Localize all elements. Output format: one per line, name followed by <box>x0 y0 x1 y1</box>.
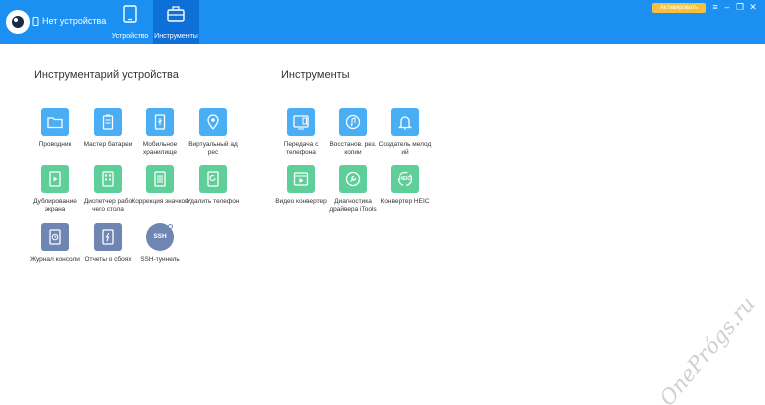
usb-icon <box>146 108 174 136</box>
ssh-icon: SSH <box>146 223 174 251</box>
location-pin-icon <box>199 108 227 136</box>
tile-heic-converter[interactable]: HEIC Конвертер HEIC <box>376 165 434 206</box>
tile-ssh-tunnel[interactable]: SSH SSH-туннель <box>131 223 189 264</box>
close-icon[interactable]: ✕ <box>748 2 758 12</box>
trash-icon <box>146 165 174 193</box>
heic-badge-text: HEIC <box>399 176 411 182</box>
ssh-badge-text: SSH <box>153 233 167 240</box>
app-logo <box>6 10 30 34</box>
tile-video-converter[interactable]: Видео конвертер <box>272 165 330 206</box>
video-icon <box>287 165 315 193</box>
tile-label: Диагностика драйвера iTools <box>329 198 377 213</box>
tile-label: Создатель мелод ий <box>378 141 432 156</box>
wrench-icon <box>339 165 367 193</box>
ssh-status-dot <box>168 224 173 229</box>
tile-label: Проводник <box>38 141 72 148</box>
tile-label: SSH-туннель <box>140 256 180 263</box>
tile-virtual-address[interactable]: Виртуальный ад рес <box>184 108 242 157</box>
clock-icon <box>41 223 69 251</box>
tab-device-label: Устройство <box>111 33 149 40</box>
tile-explorer[interactable]: Проводник <box>26 108 84 149</box>
tile-label: Видео конвертер <box>275 198 327 205</box>
tile-backup-restore[interactable]: Восстанов. рез. копии <box>324 108 382 157</box>
phone-refresh-icon <box>199 165 227 193</box>
tile-console-log[interactable]: Журнал консоли <box>26 223 84 264</box>
device-tools-title: Инструментарий устройства <box>34 69 179 81</box>
tab-tools[interactable]: Инструменты <box>153 0 199 44</box>
tab-tools-label: Инструменты <box>154 33 198 40</box>
lightning-icon <box>94 223 122 251</box>
tile-ringtone-maker[interactable]: Создатель мелод ий <box>376 108 434 157</box>
tile-screen-mirror[interactable]: Дублирование экрана <box>26 165 84 214</box>
minimize-icon[interactable]: – <box>722 2 732 12</box>
tile-driver-diagnostics[interactable]: Диагностика драйвера iTools <box>324 165 382 214</box>
device-status: Нет устройства <box>32 16 106 26</box>
menu-icon[interactable]: ≡ <box>710 2 720 12</box>
device-icon <box>32 16 39 26</box>
tile-label: Отчеты о сбоях <box>84 256 132 263</box>
tab-device[interactable]: Устройство <box>107 0 153 44</box>
tile-crash-reports[interactable]: Отчеты о сбоях <box>79 223 137 264</box>
heic-icon: HEIC <box>391 165 419 193</box>
maximize-icon[interactable]: ❐ <box>735 2 745 12</box>
top-bar: Нет устройства Устройство Инструменты Ак… <box>0 0 765 44</box>
device-status-label: Нет устройства <box>42 16 107 26</box>
tile-mobile-storage[interactable]: Мобильное хранилище <box>131 108 189 157</box>
tile-label: Виртуальный ад рес <box>188 141 238 156</box>
tile-label: Диспетчер рабо чего стола <box>83 198 133 213</box>
toolbox-icon <box>167 6 185 22</box>
tile-label: Удалить телефон <box>186 198 240 205</box>
tile-icon-fix[interactable]: Коррекция значков <box>131 165 189 206</box>
app-window: Нет устройства Устройство Инструменты Ак… <box>0 0 765 405</box>
tile-phone-transfer[interactable]: Передача с телефона <box>272 108 330 157</box>
music-restore-icon <box>339 108 367 136</box>
tile-label: Мобильное хранилище <box>142 141 178 156</box>
tablet-icon <box>123 5 137 23</box>
tile-label: Передача с телефона <box>283 141 319 156</box>
battery-icon <box>94 108 122 136</box>
tile-label: Восстанов. рез. копии <box>329 141 377 156</box>
tile-label: Журнал консоли <box>30 256 80 263</box>
tile-remove-phone[interactable]: Удалить телефон <box>184 165 242 206</box>
watermark: OnePrógs.ru <box>655 292 760 405</box>
folder-icon <box>41 108 69 136</box>
tile-label: Конвертер HEIC <box>380 198 430 205</box>
transfer-icon <box>287 108 315 136</box>
grid-icon <box>94 165 122 193</box>
tile-desktop-manager[interactable]: Диспетчер рабо чего стола <box>79 165 137 214</box>
tile-battery-master[interactable]: Мастер батареи <box>79 108 137 149</box>
tools-title: Инструменты <box>281 69 350 81</box>
tile-label: Мастер батареи <box>83 141 133 148</box>
tile-label: Дублирование экрана <box>33 198 77 213</box>
tile-label: Коррекция значков <box>131 198 189 205</box>
bell-icon <box>391 108 419 136</box>
activate-label: Активировать <box>659 5 699 11</box>
activate-button[interactable]: Активировать <box>652 3 706 13</box>
screen-mirror-icon <box>41 165 69 193</box>
